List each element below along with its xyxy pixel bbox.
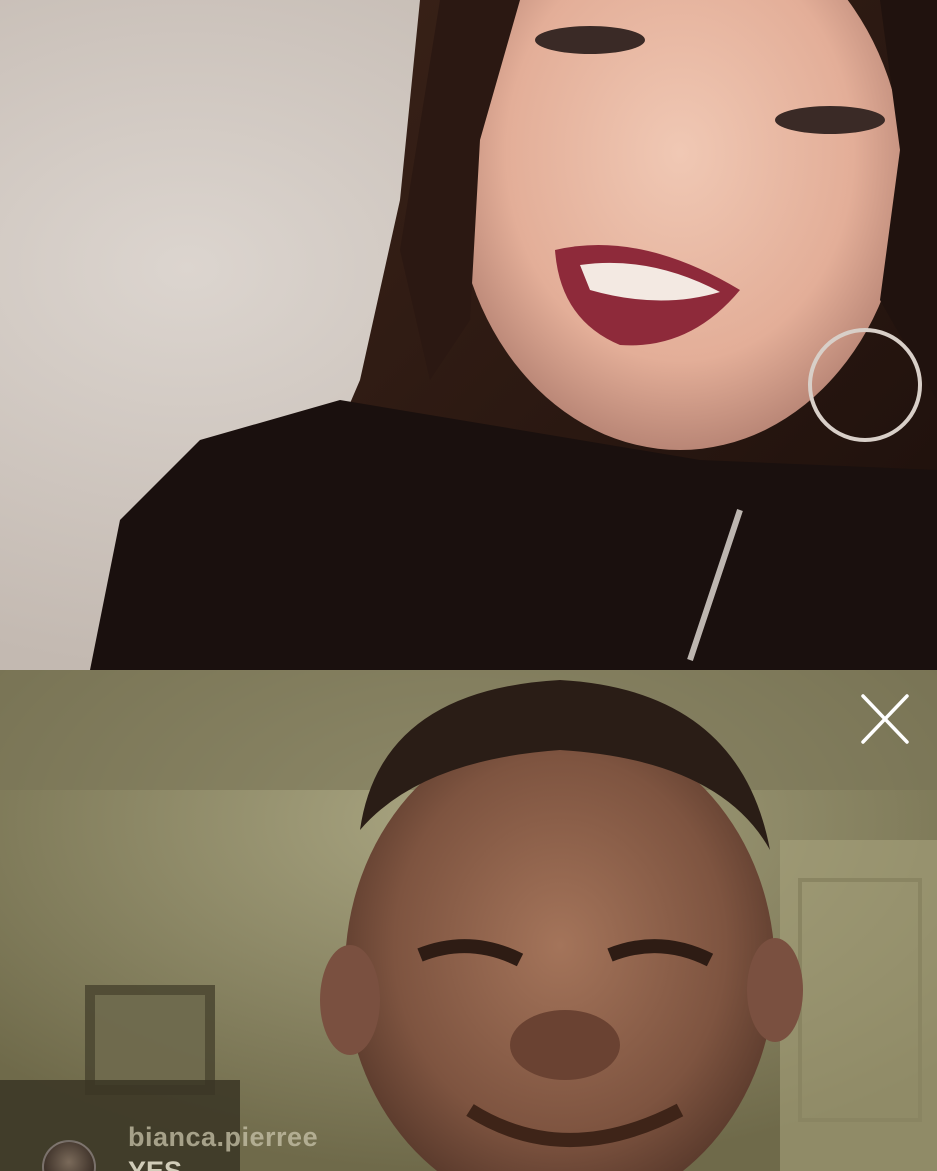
host-video-feed xyxy=(0,0,937,670)
close-button[interactable] xyxy=(860,693,910,745)
close-icon xyxy=(861,694,909,744)
guest-video-image xyxy=(0,670,937,1171)
commenter-username[interactable]: bianca.pierree xyxy=(128,1122,318,1153)
guest-video-feed xyxy=(0,670,937,1171)
host-video-image xyxy=(0,0,937,670)
comment-text: YES xyxy=(128,1156,183,1171)
commenter-avatar[interactable] xyxy=(42,1140,96,1171)
live-comment: bianca.pierree YES xyxy=(42,1118,442,1171)
